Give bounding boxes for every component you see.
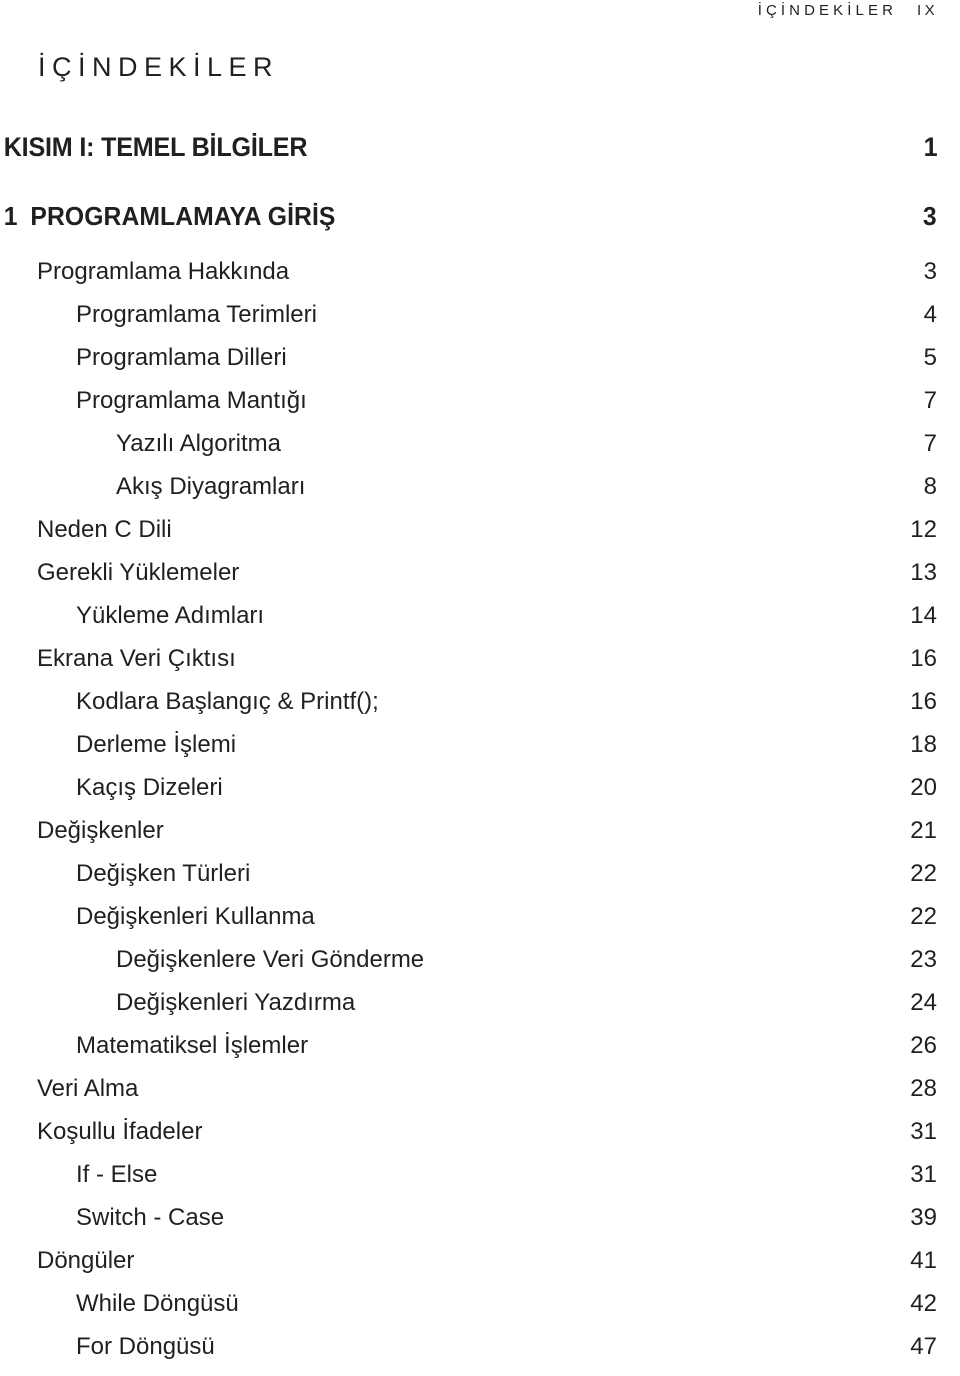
toc-entry-label: Yazılı Algoritma: [116, 430, 281, 457]
toc-part-page: 1: [923, 132, 938, 162]
running-header-folio: IX: [917, 2, 938, 19]
toc-entry-page: 31: [910, 1118, 937, 1145]
toc-entry[interactable]: Değişkenler 21: [0, 817, 937, 860]
toc-entry-label: While Döngüsü: [76, 1290, 239, 1317]
toc-entry-list: Programlama Hakkında 3 Programlama Terimle…: [0, 258, 960, 1376]
toc-chapter-number: 1: [3, 201, 18, 231]
toc-entry[interactable]: Akış Diyagramları 8: [0, 473, 937, 516]
toc-entry[interactable]: Kodlara Başlangıç & Printf(); 16: [0, 688, 937, 731]
toc-entry-page: 13: [910, 559, 937, 586]
toc-entry[interactable]: Değişkenleri Kullanma 22: [0, 903, 937, 946]
toc-entry-label: Programlama Terimleri: [76, 301, 317, 328]
toc-entry-page: 22: [910, 860, 937, 887]
toc-part-heading[interactable]: KISIM I: TEMEL BİLGİLER 1: [0, 132, 938, 174]
toc-entry-label: Programlama Dilleri: [76, 344, 287, 371]
toc-entry-page: 28: [910, 1075, 937, 1102]
toc-entry-label: Gerekli Yüklemeler: [37, 559, 240, 586]
toc-entry-label: Ekrana Veri Çıktısı: [37, 645, 236, 672]
page-title: İÇİNDEKİLER: [38, 52, 280, 82]
toc-entry[interactable]: Yazılı Algoritma 7: [0, 430, 937, 473]
toc-entry-page: 23: [910, 946, 937, 973]
toc-entry[interactable]: Veri Alma 28: [0, 1075, 937, 1118]
toc-entry-page: 47: [910, 1333, 937, 1360]
toc-entry[interactable]: Neden C Dili 12: [0, 516, 937, 559]
toc-entry-page: 18: [910, 731, 937, 758]
toc-entry-label: Koşullu İfadeler: [37, 1118, 203, 1145]
toc-chapter-label: PROGRAMLAMAYA GİRİŞ: [30, 201, 336, 231]
toc-chapter-page: 3: [922, 201, 937, 231]
toc-entry[interactable]: Ekrana Veri Çıktısı 16: [0, 645, 937, 688]
toc-entry-label: Veri Alma: [37, 1075, 139, 1102]
toc-entry-label: Matematiksel İşlemler: [76, 1032, 309, 1059]
toc-entry-page: 7: [923, 430, 937, 457]
toc-entry[interactable]: Değişkenlere Veri Gönderme 23: [0, 946, 937, 989]
toc-entry-label: Değişkenleri Kullanma: [76, 903, 315, 930]
toc-entry[interactable]: While Döngüsü 42: [0, 1290, 937, 1333]
toc-entry-label: If - Else: [76, 1161, 158, 1188]
toc-entry-label: Neden C Dili: [37, 516, 172, 543]
toc-entry-page: 3: [923, 258, 937, 285]
running-header-title: İÇİNDEKİLER: [757, 2, 898, 19]
toc-entry-page: 14: [910, 602, 937, 629]
toc-entry[interactable]: Döngüler 41: [0, 1247, 937, 1290]
table-of-contents: KISIM I: TEMEL BİLGİLER 1 1 PROGRAMLAMAY…: [0, 132, 960, 1376]
toc-entry-page: 8: [923, 473, 937, 500]
toc-entry-label: Değişken Türleri: [76, 860, 251, 887]
toc-entry-label: Yükleme Adımları: [76, 602, 265, 629]
toc-entry-page: 21: [910, 817, 937, 844]
toc-entry-page: 41: [910, 1247, 937, 1274]
toc-entry-label: Değişkenler: [37, 817, 164, 844]
toc-entry-label: Değişkenleri Yazdırma: [116, 989, 356, 1016]
toc-entry-label: Döngüler: [37, 1247, 135, 1274]
toc-entry-label: Switch - Case: [76, 1204, 225, 1231]
toc-entry-label: Kodlara Başlangıç & Printf();: [76, 688, 379, 715]
toc-entry[interactable]: Değişkenleri Yazdırma 24: [0, 989, 937, 1032]
toc-part-label: KISIM I: TEMEL BİLGİLER: [3, 132, 308, 162]
toc-entry[interactable]: Programlama Terimleri 4: [0, 301, 937, 344]
toc-entry-page: 42: [910, 1290, 937, 1317]
toc-entry-page: 12: [910, 516, 937, 543]
toc-entry-label: Derleme İşlemi: [76, 731, 237, 758]
toc-entry[interactable]: Değişken Türleri 22: [0, 860, 937, 903]
toc-entry[interactable]: Switch - Case 39: [0, 1204, 937, 1247]
toc-entry-page: 7: [923, 387, 937, 414]
toc-entry[interactable]: Kaçış Dizeleri 20: [0, 774, 937, 817]
toc-entry-page: 39: [910, 1204, 937, 1231]
toc-entry-page: 5: [923, 344, 937, 371]
toc-entry[interactable]: Programlama Dilleri 5: [0, 344, 937, 387]
toc-entry-label: Programlama Hakkında: [37, 258, 290, 285]
toc-entry-label: For Döngüsü: [76, 1333, 215, 1360]
toc-entry-page: 31: [910, 1161, 937, 1188]
toc-entry-page: 16: [910, 688, 937, 715]
toc-entry[interactable]: Matematiksel İşlemler 26: [0, 1032, 937, 1075]
toc-entry-page: 20: [910, 774, 937, 801]
toc-entry-page: 16: [910, 645, 937, 672]
toc-entry[interactable]: Yükleme Adımları 14: [0, 602, 937, 645]
toc-entry-page: 26: [910, 1032, 937, 1059]
toc-entry-label: Akış Diyagramları: [116, 473, 306, 500]
running-header: İÇİNDEKİLER IX: [0, 2, 938, 28]
toc-entry-label: Programlama Mantığı: [76, 387, 307, 414]
toc-entry-page: 24: [910, 989, 937, 1016]
toc-entry[interactable]: Derleme İşlemi 18: [0, 731, 937, 774]
toc-entry-page: 22: [910, 903, 937, 930]
toc-entry-page: 4: [923, 301, 937, 328]
toc-chapter-heading[interactable]: 1 PROGRAMLAMAYA GİRİŞ 3: [0, 201, 937, 243]
toc-entry[interactable]: For Döngüsü 47: [0, 1333, 937, 1376]
toc-entry-label: Kaçış Dizeleri: [76, 774, 223, 801]
toc-entry[interactable]: Programlama Mantığı 7: [0, 387, 937, 430]
toc-entry[interactable]: Programlama Hakkında 3: [0, 258, 937, 301]
toc-entry-label: Değişkenlere Veri Gönderme: [116, 946, 425, 973]
toc-entry[interactable]: Gerekli Yüklemeler 13: [0, 559, 937, 602]
toc-entry[interactable]: Koşullu İfadeler 31: [0, 1118, 937, 1161]
toc-entry[interactable]: If - Else 31: [0, 1161, 937, 1204]
